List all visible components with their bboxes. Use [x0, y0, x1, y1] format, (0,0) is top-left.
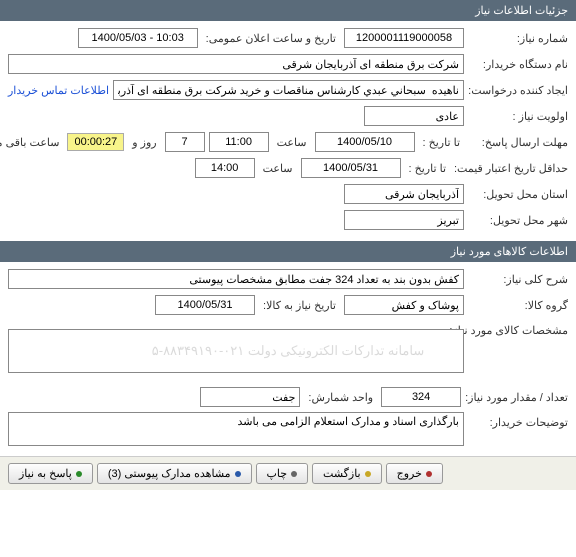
- deadline-label: مهلت ارسال پاسخ:: [468, 136, 568, 149]
- spec-label: مشخصات کالای مورد نیاز:: [468, 320, 568, 337]
- unit-label: واحد شمارش:: [304, 391, 377, 404]
- creator-input[interactable]: [113, 80, 464, 100]
- priority-label: اولویت نیاز :: [468, 110, 568, 123]
- remaining-label: ساعت باقی مانده: [0, 136, 63, 149]
- group-input[interactable]: [344, 295, 464, 315]
- need-info-body: شماره نیاز: تاریخ و ساعت اعلان عمومی: نا…: [0, 21, 576, 241]
- attachments-button-label: مشاهده مدارک پیوستی (3): [108, 467, 231, 480]
- time-label-1: ساعت: [273, 136, 311, 149]
- need-date-input[interactable]: [155, 295, 255, 315]
- respond-button[interactable]: پاسخ به نیاز: [8, 463, 93, 484]
- announce-label: تاریخ و ساعت اعلان عمومی:: [202, 32, 340, 45]
- back-button[interactable]: بازگشت: [312, 463, 382, 484]
- qty-input[interactable]: [381, 387, 461, 407]
- buyer-notes-textarea[interactable]: [8, 412, 464, 446]
- items-info-body: شرح کلی نیاز: گروه کالا: تاریخ نیاز به ک…: [0, 262, 576, 456]
- countdown-timer: 00:00:27: [67, 133, 124, 151]
- days-input[interactable]: [165, 132, 205, 152]
- deliver-prov-input[interactable]: [344, 184, 464, 204]
- unit-input[interactable]: [200, 387, 300, 407]
- printer-icon: [291, 471, 297, 477]
- dot-icon: [76, 471, 82, 477]
- buyer-input[interactable]: [8, 54, 464, 74]
- dot-icon: [235, 471, 241, 477]
- print-button-label: چاپ: [267, 467, 288, 480]
- deliver-prov-label: استان محل تحویل:: [468, 188, 568, 201]
- validity-time-input[interactable]: [195, 158, 255, 178]
- to-date-label-1: تا تاریخ :: [419, 136, 464, 149]
- to-date-label-2: تا تاریخ :: [405, 162, 450, 175]
- priority-input[interactable]: [364, 106, 464, 126]
- days-label: روز و: [128, 136, 160, 149]
- exit-button[interactable]: خروج: [386, 463, 443, 484]
- buyer-contact-link[interactable]: اطلاعات تماس خریدار: [8, 84, 109, 97]
- qty-label: تعداد / مقدار مورد نیاز:: [465, 391, 568, 404]
- close-icon: [426, 471, 432, 477]
- summary-input[interactable]: [8, 269, 464, 289]
- need-number-label: شماره نیاز:: [468, 32, 568, 45]
- attachments-button[interactable]: مشاهده مدارک پیوستی (3): [97, 463, 252, 484]
- deliver-city-input[interactable]: [344, 210, 464, 230]
- items-info-header: اطلاعات کالاهای مورد نیاز: [0, 241, 576, 262]
- deadline-date-input[interactable]: [315, 132, 415, 152]
- need-info-header: جزئیات اطلاعات نیاز: [0, 0, 576, 21]
- back-button-label: بازگشت: [323, 467, 361, 480]
- group-label: گروه کالا:: [468, 299, 568, 312]
- deliver-city-label: شهر محل تحویل:: [468, 214, 568, 227]
- buyer-label: نام دستگاه خریدار:: [468, 58, 568, 71]
- validity-date-input[interactable]: [301, 158, 401, 178]
- need-number-input[interactable]: [344, 28, 464, 48]
- deadline-time-input[interactable]: [209, 132, 269, 152]
- footer-bar: پاسخ به نیاز مشاهده مدارک پیوستی (3) چاپ…: [0, 456, 576, 490]
- validity-label: حداقل تاریخ اعتبار قیمت:: [454, 162, 568, 175]
- exit-button-label: خروج: [397, 467, 422, 480]
- time-label-2: ساعت: [259, 162, 297, 175]
- need-date-label: تاریخ نیاز به کالا:: [259, 299, 340, 312]
- announce-input[interactable]: [78, 28, 198, 48]
- summary-label: شرح کلی نیاز:: [468, 273, 568, 286]
- back-icon: [365, 471, 371, 477]
- respond-button-label: پاسخ به نیاز: [19, 467, 72, 480]
- print-button[interactable]: چاپ: [256, 463, 309, 484]
- buyer-notes-label: توضیحات خریدار:: [468, 412, 568, 429]
- spec-textarea[interactable]: [8, 329, 464, 373]
- creator-label: ایجاد کننده درخواست:: [468, 84, 568, 97]
